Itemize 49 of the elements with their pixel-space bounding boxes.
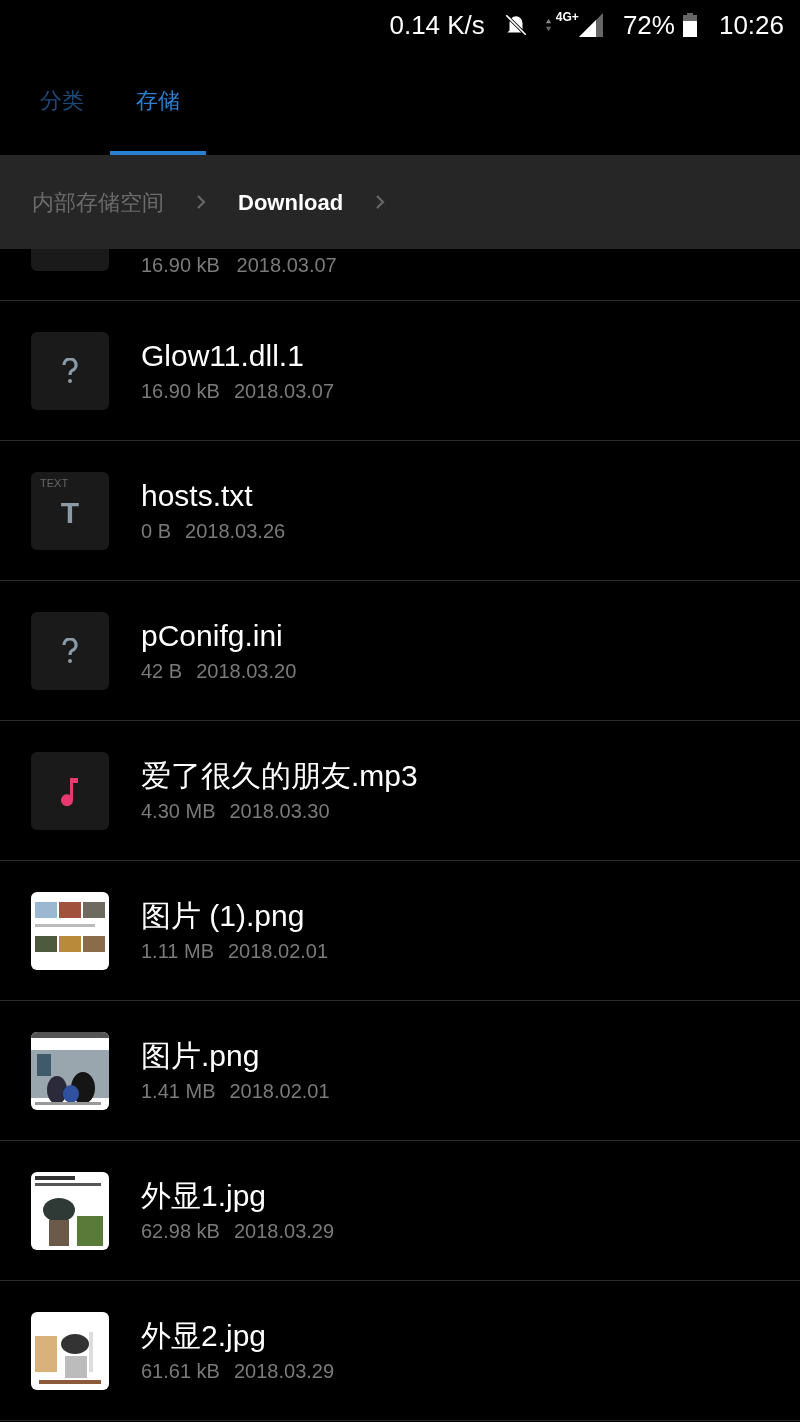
- file-date: 2018.03.29: [233, 1358, 335, 1384]
- data-arrows-icon: [544, 18, 552, 32]
- file-row[interactable]: TEXT T hosts.txt 0 B 2018.03.26: [0, 441, 800, 581]
- file-date: 2018.03.07: [233, 378, 335, 404]
- chevron-right-icon: [375, 194, 386, 210]
- music-note-icon: [60, 775, 80, 806]
- file-row[interactable]: Glow11.dll.1 16.90 kB 2018.03.07: [0, 301, 800, 441]
- network-speed: 0.14 K/s: [389, 8, 485, 42]
- file-size: 16.90 kB: [141, 378, 220, 404]
- file-name: hosts.txt: [141, 477, 254, 514]
- file-date: 2018.03.20: [196, 658, 297, 684]
- clock: 10:26: [718, 8, 784, 42]
- file-type-glyph: T: [60, 495, 80, 531]
- file-size: 42 B: [141, 658, 183, 684]
- file-size: 0 B: [141, 518, 172, 544]
- battery-percent: 72%: [622, 8, 675, 42]
- file-size: 61.61 kB: [141, 1358, 220, 1384]
- file-name: 图片 (1).png: [141, 897, 306, 934]
- file-row[interactable]: 爱了很久的朋友.mp3 4.30 MB 2018.03.30: [0, 721, 800, 861]
- file-name: Glow11.dll.1: [141, 337, 305, 374]
- question-mark-icon: [62, 357, 78, 384]
- notifications-off-icon: [502, 12, 529, 38]
- file-meta: 16.90 kB 2018.03.07: [141, 253, 337, 278]
- file-date: 2018.02.01: [229, 1078, 330, 1104]
- breadcrumb-item[interactable]: Download: [238, 185, 344, 219]
- network-type: 4G+: [555, 9, 579, 26]
- file-date: 2018.03.29: [233, 1218, 335, 1244]
- file-row[interactable]: pConifg.ini 42 B 2018.03.20: [0, 581, 800, 721]
- file-name: 外显2.jpg: [141, 1317, 268, 1354]
- file-size: 62.98 kB: [141, 1218, 220, 1244]
- question-mark-icon: [62, 637, 78, 664]
- signal-icon: [578, 13, 603, 37]
- file-name: 外显1.jpg: [141, 1177, 268, 1214]
- chevron-right-icon: [196, 194, 206, 210]
- file-date: 2018.02.01: [228, 938, 329, 964]
- file-size: 4.30 MB: [141, 798, 216, 824]
- file-row[interactable]: 图片.png 1.41 MB 2018.02.01: [0, 1001, 800, 1141]
- file-row[interactable]: 图片 (1).png 1.11 MB 2018.02.01: [0, 861, 800, 1001]
- file-name: 图片.png: [141, 1037, 261, 1074]
- file-row[interactable]: 外显2.jpg 61.61 kB 2018.03.29: [0, 1281, 800, 1421]
- file-size: 1.11 MB: [141, 938, 214, 964]
- file-type-label: TEXT: [40, 477, 69, 489]
- file-date: 2018.03.30: [229, 798, 330, 824]
- file-name: pConifg.ini: [141, 617, 284, 654]
- file-size: 1.41 MB: [141, 1078, 216, 1104]
- file-row[interactable]: 外显1.jpg 62.98 kB 2018.03.29: [0, 1141, 800, 1281]
- file-name: 爱了很久的朋友.mp3: [141, 757, 418, 794]
- file-date: 2018.03.26: [185, 518, 286, 544]
- battery-icon: [682, 13, 697, 37]
